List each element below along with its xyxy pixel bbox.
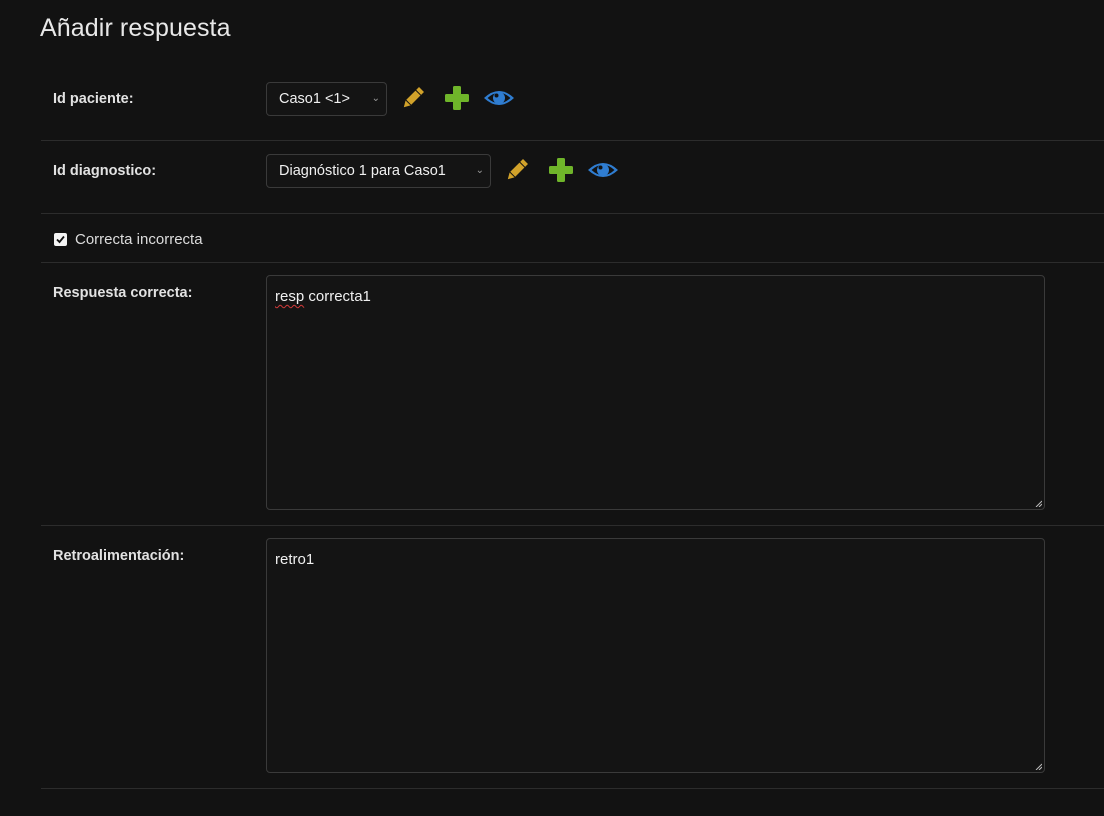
eye-icon <box>588 163 618 177</box>
id-diagnostico-select[interactable]: Diagnóstico 1 para Caso1 ⌄ <box>266 154 491 188</box>
form-row-id-paciente: Id paciente: Caso1 <1> ⌄ <box>41 69 1104 141</box>
pencil-icon <box>403 87 424 108</box>
resize-grip-icon[interactable] <box>1035 500 1042 507</box>
edit-diagnostico-button[interactable] <box>502 155 532 185</box>
view-paciente-button[interactable] <box>483 83 515 113</box>
id-diagnostico-select-value: Diagnóstico 1 para Caso1 <box>279 163 446 179</box>
add-paciente-button[interactable] <box>442 83 472 113</box>
misspelled-word: resp <box>275 288 305 305</box>
form-row-respuesta-correcta: Respuesta correcta: resp correcta1 <box>41 263 1104 526</box>
checkmark-icon <box>56 235 65 244</box>
pencil-icon <box>507 159 528 180</box>
id-diagnostico-label: Id diagnostico: <box>53 163 157 179</box>
form-row-id-diagnostico: Id diagnostico: Diagnóstico 1 para Caso1… <box>41 141 1104 214</box>
correcta-checkbox[interactable] <box>54 233 67 246</box>
plus-icon <box>445 86 469 110</box>
retroalimentacion-text: retro1 <box>275 551 315 568</box>
resize-grip-icon[interactable] <box>1035 763 1042 770</box>
form-row-correcta: Correcta incorrecta <box>41 214 1104 263</box>
retroalimentacion-label: Retroalimentación: <box>53 548 185 564</box>
correcta-checkbox-label[interactable]: Correcta incorrecta <box>75 231 203 248</box>
respuesta-correcta-textarea[interactable]: resp correcta1 <box>266 275 1045 510</box>
chevron-down-icon: ⌄ <box>475 165 484 176</box>
add-diagnostico-button[interactable] <box>546 155 576 185</box>
plus-icon <box>549 158 573 182</box>
page-title: Añadir respuesta <box>40 14 231 42</box>
form-row-retroalimentacion: Retroalimentación: retro1 <box>41 526 1104 789</box>
id-paciente-label: Id paciente: <box>53 91 134 107</box>
view-diagnostico-button[interactable] <box>587 155 619 185</box>
respuesta-correcta-text: correcta1 <box>304 288 371 305</box>
id-paciente-select[interactable]: Caso1 <1> ⌄ <box>266 82 387 116</box>
chevron-down-icon: ⌄ <box>371 93 380 104</box>
respuesta-correcta-label: Respuesta correcta: <box>53 285 193 301</box>
id-paciente-select-value: Caso1 <1> <box>279 91 350 107</box>
retroalimentacion-textarea[interactable]: retro1 <box>266 538 1045 773</box>
edit-paciente-button[interactable] <box>398 83 428 113</box>
eye-icon <box>484 91 514 105</box>
